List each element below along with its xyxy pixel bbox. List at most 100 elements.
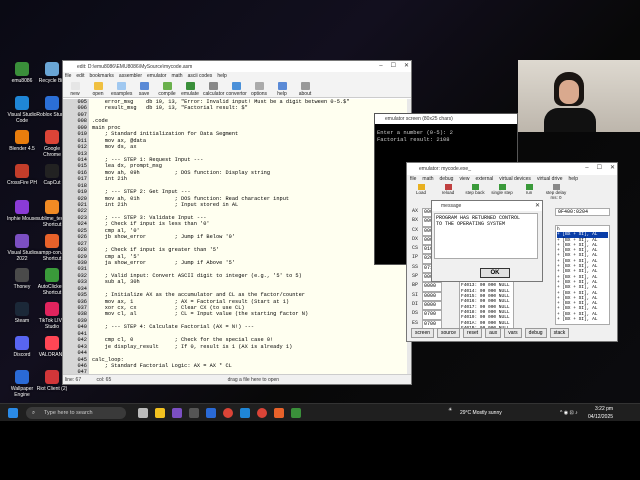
message-dialog[interactable]: message ✕ PROGRAM HAS RETURNED CONTROL TO… bbox=[431, 200, 543, 282]
desktop-icon[interactable]: Steam bbox=[6, 302, 38, 336]
close-icon[interactable]: ✕ bbox=[535, 203, 540, 209]
menu-item[interactable]: debug bbox=[440, 176, 454, 182]
weather-text[interactable]: 29°C Mostly sunny bbox=[460, 410, 502, 416]
file-explorer-icon[interactable] bbox=[155, 408, 165, 418]
vscode-icon[interactable] bbox=[240, 408, 250, 418]
emulator-screen-title-bar[interactable]: emulator screen (80x25 chars) bbox=[375, 114, 517, 124]
start-icon[interactable] bbox=[8, 408, 18, 418]
menu-item[interactable]: bookmarks bbox=[89, 73, 113, 79]
desktop-icon[interactable]: Blender 4.5 bbox=[6, 130, 38, 164]
desktop-icon[interactable]: Visual Studio 2022 bbox=[6, 234, 38, 268]
desktop-icon[interactable]: emu8086 bbox=[6, 62, 38, 96]
desktop-icon[interactable]: Visual Studio Code bbox=[6, 96, 38, 130]
store-icon[interactable] bbox=[206, 408, 216, 418]
emulator-bottom-button[interactable]: source bbox=[437, 328, 461, 338]
toolbar-button[interactable]: open bbox=[88, 82, 108, 97]
toolbar-button[interactable]: options bbox=[249, 82, 269, 97]
register-value[interactable]: 0000 bbox=[422, 300, 442, 311]
message-title-bar[interactable]: message ✕ bbox=[432, 201, 542, 211]
menu-item[interactable]: emulator bbox=[147, 73, 166, 79]
emulator-toolbar-button[interactable]: reload bbox=[437, 184, 459, 198]
app-icon[interactable] bbox=[274, 408, 284, 418]
menu-item[interactable]: help bbox=[217, 73, 226, 79]
clock-time[interactable]: 3:22 pm bbox=[595, 406, 613, 412]
desktop-icon[interactable]: Wallpaper Engine bbox=[6, 370, 38, 404]
toolbar-button[interactable]: new bbox=[65, 82, 85, 97]
toolbar-button[interactable]: compile bbox=[157, 82, 177, 97]
toolbar-icon bbox=[116, 82, 126, 90]
chrome-icon[interactable] bbox=[223, 408, 233, 418]
chrome-profile-icon[interactable] bbox=[257, 408, 267, 418]
menu-item[interactable]: ascii codes bbox=[188, 73, 213, 79]
register-value[interactable]: 0000 bbox=[422, 282, 442, 292]
emulator-toolbar-button[interactable]: run bbox=[518, 184, 540, 198]
toolbar-button[interactable]: help bbox=[272, 82, 292, 97]
menu-item[interactable]: external bbox=[475, 176, 493, 182]
clock-date[interactable]: 04/12/2025 bbox=[588, 414, 613, 420]
menu-item[interactable]: virtual devices bbox=[499, 176, 531, 182]
emulator-toolbar-button[interactable]: Load bbox=[410, 184, 432, 198]
code-lines[interactable]: error_msg db 10, 13, "Error: Invalid inp… bbox=[92, 99, 407, 375]
emulator-bottom-button[interactable]: debug bbox=[524, 328, 547, 338]
editor-window[interactable]: edit: D:\emu8086\EMU8086\MySource\mycode… bbox=[62, 60, 412, 385]
minimize-icon[interactable]: – bbox=[585, 165, 588, 171]
maximize-icon[interactable]: ☐ bbox=[597, 165, 602, 171]
visual-studio-icon[interactable] bbox=[172, 408, 182, 418]
menu-item[interactable]: edit bbox=[76, 73, 84, 79]
toolbar-button[interactable]: emulate bbox=[180, 82, 200, 97]
minimize-icon[interactable]: – bbox=[379, 63, 382, 69]
desktop-icon[interactable]: Discord bbox=[6, 336, 38, 370]
emulator-title-bar[interactable]: emulator: mycode.exe_ – ☐ ✕ bbox=[407, 163, 617, 175]
emulator-bottom-button[interactable]: aux bbox=[485, 328, 502, 338]
register-value[interactable]: 0700 bbox=[422, 310, 442, 320]
editor-title-bar[interactable]: edit: D:\emu8086\EMU8086\MySource\mycode… bbox=[63, 61, 411, 72]
emulator-bottom-button[interactable]: vars bbox=[504, 328, 522, 338]
toolbar-button[interactable]: about bbox=[295, 82, 315, 97]
menu-item[interactable]: virtual drive bbox=[537, 176, 563, 182]
desktop-icon[interactable]: Inphie Mouse bbox=[6, 200, 38, 234]
code-area[interactable]: 005 006 007 008 009 010 011 012 013 014 015 016 017 0… bbox=[63, 99, 409, 375]
toolbar-button[interactable]: save bbox=[134, 82, 154, 97]
desktop-icon[interactable]: CrossFire PH bbox=[6, 164, 38, 198]
memory-row[interactable]: F4019: 00 000 NULL bbox=[461, 315, 512, 320]
menu-item[interactable]: file bbox=[65, 73, 71, 79]
desktop-icon[interactable]: Thoney bbox=[6, 268, 38, 302]
menu-item[interactable]: file bbox=[410, 176, 416, 182]
menu-item[interactable]: view bbox=[459, 176, 469, 182]
menu-item[interactable]: math bbox=[171, 73, 182, 79]
ok-button[interactable]: OK bbox=[480, 268, 510, 278]
register-value[interactable]: 0000 bbox=[422, 291, 442, 301]
task-view-icon[interactable] bbox=[138, 408, 148, 418]
toolbar-icon bbox=[300, 82, 310, 90]
app-icon bbox=[45, 370, 59, 384]
toolbar-label: examples bbox=[111, 91, 133, 97]
memory-row[interactable]: F4013: 00 000 NULL bbox=[461, 283, 512, 288]
memory-row[interactable]: F4016: 00 000 NULL bbox=[461, 299, 512, 304]
disassembly-row[interactable]: + [BX + SI], AL bbox=[557, 317, 608, 322]
emu8086-icon[interactable] bbox=[291, 408, 301, 418]
toolbar-button[interactable]: calculator bbox=[203, 82, 224, 97]
emulator-toolbar-button[interactable]: single step bbox=[491, 184, 513, 198]
menu-item[interactable]: assembler bbox=[119, 73, 142, 79]
toolbar-button[interactable]: convertor bbox=[226, 82, 247, 97]
search-box[interactable]: ⌕ Type here to search bbox=[26, 407, 126, 419]
menu-item[interactable]: help bbox=[569, 176, 578, 182]
menu-item[interactable]: math bbox=[422, 176, 433, 182]
weather-icon[interactable]: ☀ bbox=[448, 407, 452, 413]
emulator-bottom-button[interactable]: screen bbox=[411, 328, 435, 338]
close-icon[interactable]: ✕ bbox=[404, 63, 409, 69]
register-name: IP bbox=[412, 254, 419, 261]
emulator-toolbar-button[interactable]: step delay ms: 0 bbox=[545, 184, 567, 200]
emulator-toolbar-button[interactable]: step back bbox=[464, 184, 486, 198]
address-field[interactable]: 0F400:0204 bbox=[555, 208, 610, 216]
maximize-icon[interactable]: ☐ bbox=[391, 63, 396, 69]
message-line: TO THE OPERATING SYSTEM bbox=[436, 221, 506, 227]
disassembly-list[interactable]: h + [BX + SI], AL + [BX + SI], AL + [BX + S… bbox=[555, 225, 610, 325]
emulator-bottom-button[interactable]: reset bbox=[463, 328, 483, 338]
tray-icons[interactable]: ^ ◉ ⊡ ♪ bbox=[560, 410, 578, 416]
toolbar-button[interactable]: examples bbox=[111, 82, 133, 97]
emulator-bottom-buttons: screen source reset aux vars debug stack bbox=[411, 328, 572, 338]
emulator-bottom-button[interactable]: stack bbox=[549, 328, 570, 338]
close-icon[interactable]: ✕ bbox=[610, 165, 615, 171]
terminal-icon[interactable] bbox=[189, 408, 199, 418]
